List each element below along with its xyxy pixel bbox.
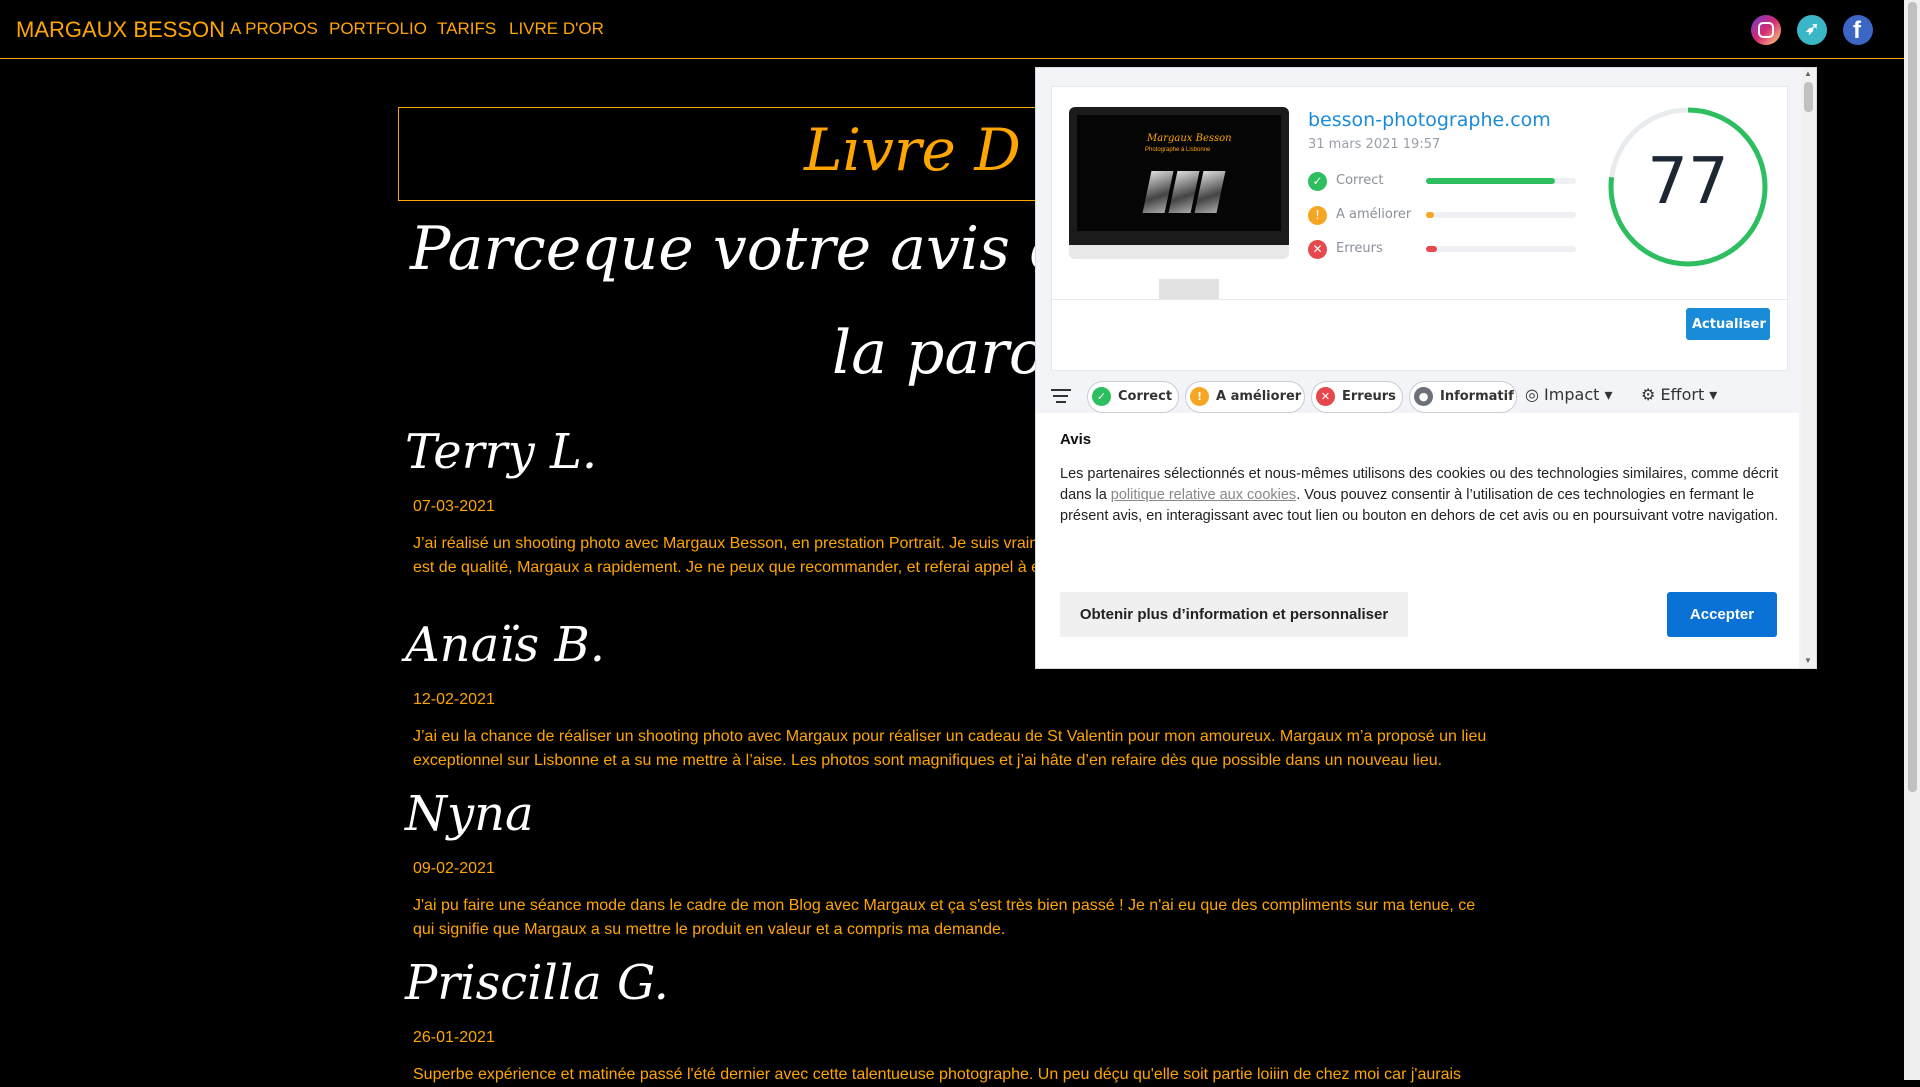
review-text: J’ai eu la chance de réaliser un shootin…: [413, 728, 1487, 769]
stat-erreurs: ✕ Erreurs: [1308, 239, 1588, 261]
nav-link-tarifs[interactable]: TARIFS: [437, 19, 496, 39]
monitor-stand: [1159, 279, 1219, 299]
cookie-notice: Avis Les partenaires sélectionnés et nou…: [1036, 413, 1799, 668]
page-scrollbar-thumb[interactable]: [1908, 2, 1917, 792]
instagram-icon[interactable]: [1751, 15, 1781, 45]
twitter-icon[interactable]: ➶: [1797, 15, 1827, 45]
audit-extension-panel: Margaux Besson Photographe à Lisbonne be…: [1035, 67, 1817, 669]
preview-site-subtitle: Photographe à Lisbonne: [1145, 147, 1211, 153]
filter-pill-erreurs[interactable]: ✕ Erreurs: [1311, 381, 1403, 413]
check-icon: ✓: [1092, 387, 1111, 406]
top-navbar: MARGAUX BESSON A PROPOS PORTFOLIO TARIFS…: [0, 0, 1904, 59]
stat-a-ameliorer: ! A améliorer: [1308, 205, 1588, 227]
review-item: Priscilla G. 26-01-2021 Superbe expérien…: [405, 955, 1495, 1087]
review-text: Superbe expérience et matinée passé l'ét…: [413, 1066, 1462, 1083]
refresh-button[interactable]: Actualiser: [1686, 308, 1770, 340]
cookie-policy-link[interactable]: politique relative aux cookies: [1111, 487, 1296, 503]
score-value: 77: [1647, 145, 1729, 219]
review-date: 12-02-2021: [413, 691, 495, 708]
stat-label: A améliorer: [1336, 207, 1412, 222]
brand-logo-link[interactable]: MARGAUX BESSON: [16, 17, 225, 43]
cookie-title: Avis: [1060, 431, 1092, 448]
review-date: 09-02-2021: [413, 860, 495, 877]
nav-link-portfolio[interactable]: PORTFOLIO: [329, 19, 427, 39]
error-icon: ✕: [1308, 240, 1327, 259]
site-report-card: Margaux Besson Photographe à Lisbonne be…: [1051, 86, 1788, 371]
site-preview-screen: Margaux Besson Photographe à Lisbonne: [1077, 115, 1281, 231]
audit-date: 31 mars 2021 19:57: [1308, 137, 1441, 152]
filter-pill-correct[interactable]: ✓ Correct: [1087, 381, 1179, 413]
stat-bar: [1426, 212, 1576, 218]
preview-photo: [1194, 171, 1226, 213]
stat-bar-fill: [1426, 178, 1555, 184]
warning-icon: !: [1190, 387, 1209, 406]
preview-site-title: Margaux Besson: [1147, 133, 1232, 144]
filter-pill-informatif[interactable]: ● Informatif: [1409, 381, 1517, 413]
nav-link-livre-dor[interactable]: LIVRE D'OR: [509, 19, 604, 39]
card-divider: [1052, 299, 1787, 300]
eye-icon: ●: [1414, 387, 1433, 406]
filter-bar: ✓ Correct ! A améliorer ✕ Erreurs ● Info…: [1051, 381, 1811, 413]
site-domain-link[interactable]: besson-photographe.com: [1308, 109, 1551, 131]
extension-scrollbar[interactable]: ▲ ▼: [1801, 68, 1816, 668]
nav-link-a-propos[interactable]: A PROPOS: [230, 19, 318, 39]
scroll-down-arrow-icon[interactable]: ▼: [1804, 656, 1812, 665]
review-item: Nyna 09-02-2021 J'ai pu faire une séance…: [405, 786, 1495, 942]
error-icon: ✕: [1316, 387, 1335, 406]
review-author: Priscilla G.: [405, 955, 669, 1011]
extension-scrollbar-thumb[interactable]: [1804, 82, 1813, 112]
stat-label: Erreurs: [1336, 241, 1383, 256]
filter-icon[interactable]: [1051, 389, 1071, 407]
cookie-body: Les partenaires sélectionnés et nous-mêm…: [1060, 466, 1779, 524]
cookie-more-info-button[interactable]: Obtenir plus d’information et personnali…: [1060, 592, 1408, 637]
facebook-icon[interactable]: f: [1843, 15, 1873, 45]
page-scrollbar[interactable]: [1904, 0, 1920, 1080]
scroll-up-arrow-icon[interactable]: ▲: [1804, 69, 1812, 78]
stat-bar: [1426, 246, 1576, 252]
review-text: J'ai pu faire une séance mode dans le ca…: [413, 897, 1476, 938]
effort-dropdown[interactable]: ⚙ Effort ▾: [1641, 385, 1717, 404]
score-gauge: 77: [1608, 107, 1768, 267]
review-date: 26-01-2021: [413, 1029, 495, 1046]
filter-pill-a-ameliorer[interactable]: ! A améliorer: [1185, 381, 1305, 413]
stat-label: Correct: [1336, 173, 1384, 188]
impact-dropdown[interactable]: ◎ Impact ▾: [1525, 385, 1613, 404]
check-icon: ✓: [1308, 172, 1327, 191]
warning-icon: !: [1308, 206, 1327, 225]
stat-bar-fill: [1426, 246, 1437, 252]
stat-bar: [1426, 178, 1576, 184]
page-title: Livre D: [804, 116, 1021, 184]
stat-bar-fill: [1426, 212, 1434, 218]
site-preview-monitor: Margaux Besson Photographe à Lisbonne: [1069, 107, 1289, 299]
review-author: Nyna: [405, 786, 534, 842]
stat-correct: ✓ Correct: [1308, 171, 1588, 193]
cookie-accept-button[interactable]: Accepter: [1667, 592, 1777, 637]
